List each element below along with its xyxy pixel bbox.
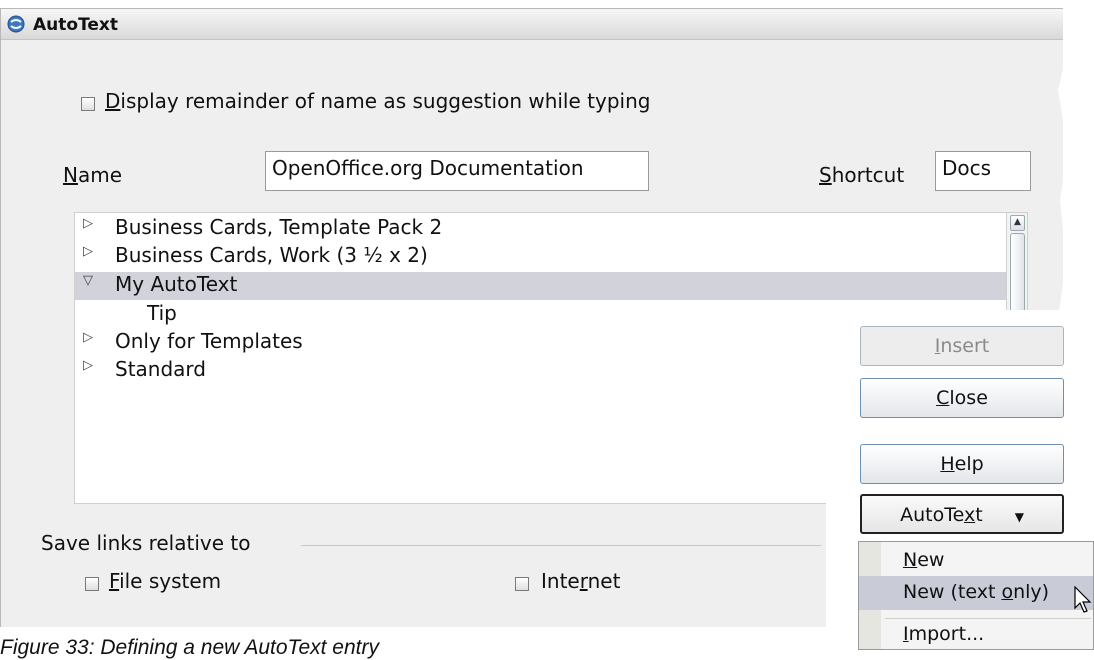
expanded-arrow-icon[interactable]: ▽ <box>83 273 93 288</box>
autotext-dropdown-menu: New New (text only) Import... <box>858 541 1094 650</box>
close-button[interactable]: Close <box>860 378 1064 418</box>
internet-label: Internet <box>541 569 621 593</box>
figure-caption: Figure 33: Defining a new AutoText entry <box>0 636 379 659</box>
menu-item-import[interactable]: Import... <box>859 618 1093 652</box>
name-input[interactable]: OpenOffice.org Documentation <box>265 151 649 191</box>
help-button[interactable]: Help <box>860 444 1064 484</box>
tree-item-selected[interactable]: ▽ My AutoText <box>75 272 1009 300</box>
menu-item-new[interactable]: New <box>859 544 1093 578</box>
display-remainder-label: Display remainder of name as suggestion … <box>105 89 651 113</box>
title-bar: AutoText <box>1 9 1063 40</box>
name-label: Name <box>63 163 123 187</box>
autotext-menu-button[interactable]: AutoText ▼ <box>860 494 1064 534</box>
scroll-up-icon[interactable]: ▲ <box>1010 215 1025 231</box>
collapsed-arrow-icon[interactable]: ▷ <box>83 244 93 259</box>
tree-item[interactable]: ▷ Business Cards, Template Pack 2 <box>75 215 1009 243</box>
collapsed-arrow-icon[interactable]: ▷ <box>83 216 93 231</box>
dropdown-arrow-icon: ▼ <box>1014 510 1024 524</box>
dialog-title: AutoText <box>33 15 119 35</box>
file-system-checkbox[interactable] <box>85 577 99 591</box>
display-remainder-checkbox[interactable] <box>81 97 95 111</box>
shortcut-input[interactable]: Docs <box>935 151 1031 191</box>
shortcut-label: Shortcut <box>819 163 905 187</box>
mouse-pointer-icon <box>1074 586 1092 613</box>
save-links-label: Save links relative to <box>41 531 251 555</box>
collapsed-arrow-icon[interactable]: ▷ <box>83 330 93 345</box>
internet-checkbox[interactable] <box>515 577 529 591</box>
group-divider <box>301 545 821 546</box>
app-icon <box>7 15 25 33</box>
menu-item-new-text-only[interactable]: New (text only) <box>859 576 1093 610</box>
insert-button[interactable]: Insert <box>860 326 1064 366</box>
collapsed-arrow-icon[interactable]: ▷ <box>83 358 93 373</box>
file-system-label: File system <box>109 569 222 593</box>
scroll-thumb[interactable] <box>1010 233 1025 315</box>
tree-item[interactable]: ▷ Business Cards, Work (3 ½ x 2) <box>75 243 1009 271</box>
